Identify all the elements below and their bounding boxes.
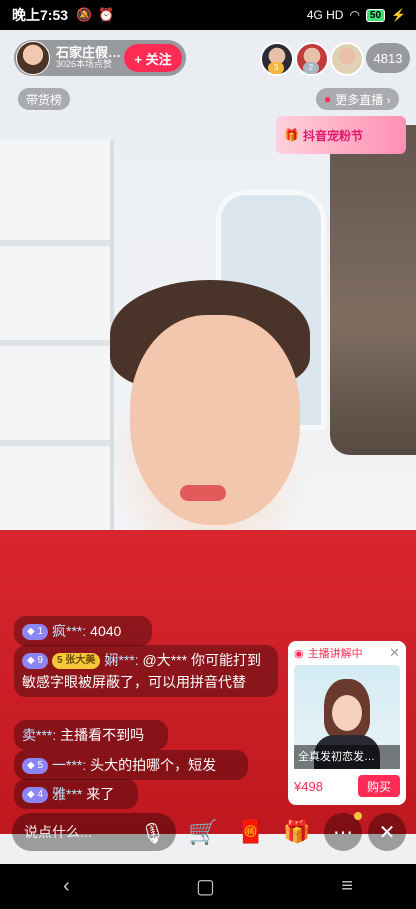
more-dots-icon: ⋯ [333, 821, 353, 844]
gift-icon: 🎁 [284, 128, 299, 142]
gift-button[interactable]: 🎁 [278, 813, 316, 851]
red-packet-icon: 🧧 [237, 819, 265, 844]
live-explain-icon: ◉ [294, 647, 304, 660]
notification-dot [354, 812, 362, 820]
shopping-cart-button[interactable]: 🛒 [184, 813, 222, 851]
chat-message[interactable]: ◆ 4 雅*** 来了 [14, 779, 138, 809]
close-live-button[interactable]: ✕ [368, 813, 406, 851]
menu-icon[interactable]: ≡ [341, 875, 353, 898]
live-dot-icon: ● [324, 92, 332, 106]
microphone-icon[interactable]: 🎙 [140, 821, 165, 846]
host-avatar[interactable] [16, 41, 50, 75]
shopping-cart-icon: 🛒 [188, 818, 218, 846]
signal-icon: 4G HD [306, 8, 344, 22]
chat-message[interactable]: ◆ 1 疯***: 4040 [14, 616, 152, 646]
viewer-avatar[interactable] [330, 42, 364, 76]
product-card-header: 主播讲解中 [307, 648, 363, 660]
product-price: ¥498 [294, 779, 323, 794]
back-icon[interactable]: ‹ [63, 875, 70, 898]
product-card[interactable]: ◉ 主播讲解中 ✕ 全真发初恋发… ¥498 购买 [288, 641, 406, 805]
home-icon[interactable]: ▢ [196, 874, 215, 899]
fan-badge: 5 张大美 [52, 653, 101, 670]
system-nav-bar: ‹ ▢ ≡ [0, 864, 416, 909]
more-live-chip[interactable]: ● 更多直播 › [316, 88, 399, 110]
follow-button[interactable]: + 关注 [124, 44, 182, 72]
chat-message[interactable]: ◆ 5 一***: 头大的拍哪个，短发 [14, 750, 248, 780]
battery-icon: 50 [365, 8, 386, 22]
alarm-icon: ⏰ [98, 7, 115, 22]
level-badge: ◆ 4 [22, 787, 49, 804]
gift-box-icon: 🎁 [283, 819, 311, 844]
close-icon: ✕ [378, 821, 396, 844]
level-badge: ◆ 1 [22, 624, 49, 641]
level-badge: ◆ 9 [22, 653, 49, 670]
viewer-rank-badge: 3 [268, 62, 284, 74]
wig-shelf [0, 140, 114, 560]
buy-button[interactable]: 购买 [358, 775, 400, 797]
sales-rank-chip[interactable]: 带货榜 [18, 88, 71, 110]
viewer-count[interactable]: 4813 [366, 43, 410, 73]
hanging-wig [330, 125, 416, 455]
host-likes: 3026本场点赞 [56, 59, 113, 70]
close-icon[interactable]: ✕ [389, 645, 400, 661]
level-badge: ◆ 5 [22, 758, 49, 775]
chat-message[interactable]: ◆ 95 张大美 娴***: @大*** 你可能打到敏感字眼被屏蔽了，可以用拼音代… [14, 645, 278, 697]
red-packet-button[interactable]: 🧧 [232, 813, 270, 851]
chat-message[interactable]: 卖***: 主播看不到吗 [14, 720, 168, 750]
product-title[interactable]: 全真发初恋发… [294, 745, 400, 769]
mute-icon: 🔕 [76, 7, 93, 22]
promo-banner[interactable]: 🎁 抖音宠粉节 [276, 116, 406, 154]
viewer-rank-badge: 2 [303, 62, 319, 74]
status-bar: 晚上7:53 🔕 ⏰ 4G HD ◠ 50 ⚡ [0, 0, 416, 30]
wifi-icon: ◠ [349, 8, 360, 22]
streamer-mouth [180, 485, 226, 501]
charging-icon: ⚡ [391, 8, 406, 22]
status-time: 晚上7:53 [12, 7, 69, 23]
